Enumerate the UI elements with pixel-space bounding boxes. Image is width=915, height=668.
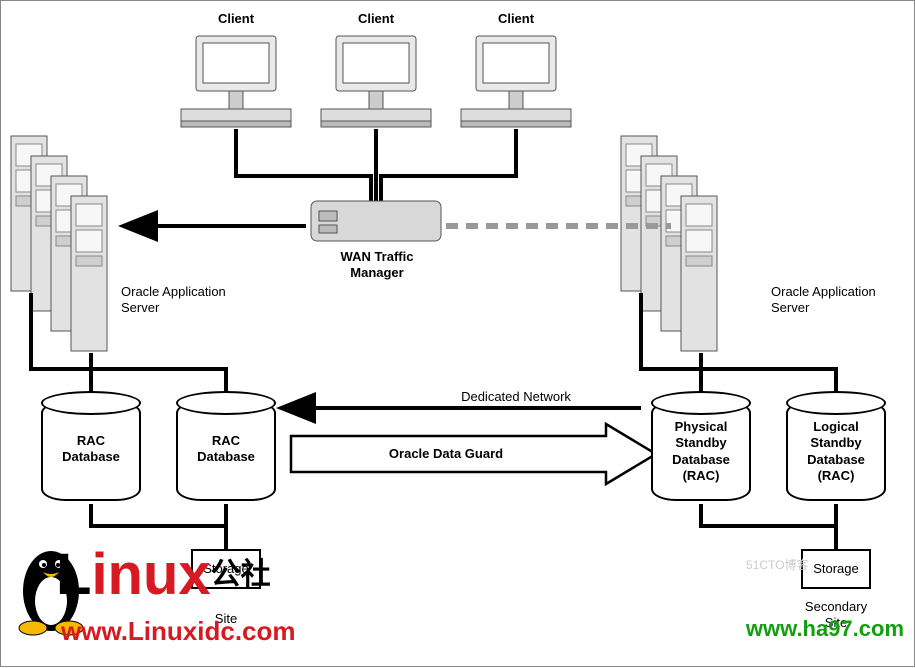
wan-label: WAN TrafficManager: [317, 249, 437, 282]
data-guard-label: Oracle Data Guard: [346, 446, 546, 462]
server-icon: [681, 196, 717, 351]
oas-left-label: Oracle ApplicationServer: [121, 284, 261, 317]
client-label: Client: [206, 11, 266, 27]
rac-db-top: [176, 391, 276, 415]
physical-standby-top: [651, 391, 751, 415]
client-icon: [181, 36, 291, 127]
physical-standby-label: PhysicalStandbyDatabase(RAC): [651, 419, 751, 484]
rac-db-label: RACDatabase: [41, 433, 141, 466]
oas-right-label: Oracle ApplicationServer: [771, 284, 911, 317]
rac-db-label: RACDatabase: [176, 433, 276, 466]
client-icon: [461, 36, 571, 127]
ha97-watermark: www.ha97.com: [746, 616, 904, 642]
client-label: Client: [486, 11, 546, 27]
linuxidc-url: www.Linuxidc.com: [61, 616, 296, 647]
client-icon: [321, 36, 431, 127]
dedicated-network-label: Dedicated Network: [436, 389, 596, 405]
storage-right: Storage: [801, 549, 871, 589]
logical-standby-label: LogicalStandbyDatabase(RAC): [786, 419, 886, 484]
linuxidc-watermark: Linux公社: [56, 541, 271, 608]
client-label: Client: [346, 11, 406, 27]
logical-standby-top: [786, 391, 886, 415]
wan-icon: [311, 201, 441, 241]
faint-watermark: 51CTO博客: [746, 556, 808, 573]
server-icon: [71, 196, 107, 351]
rac-db-top: [41, 391, 141, 415]
